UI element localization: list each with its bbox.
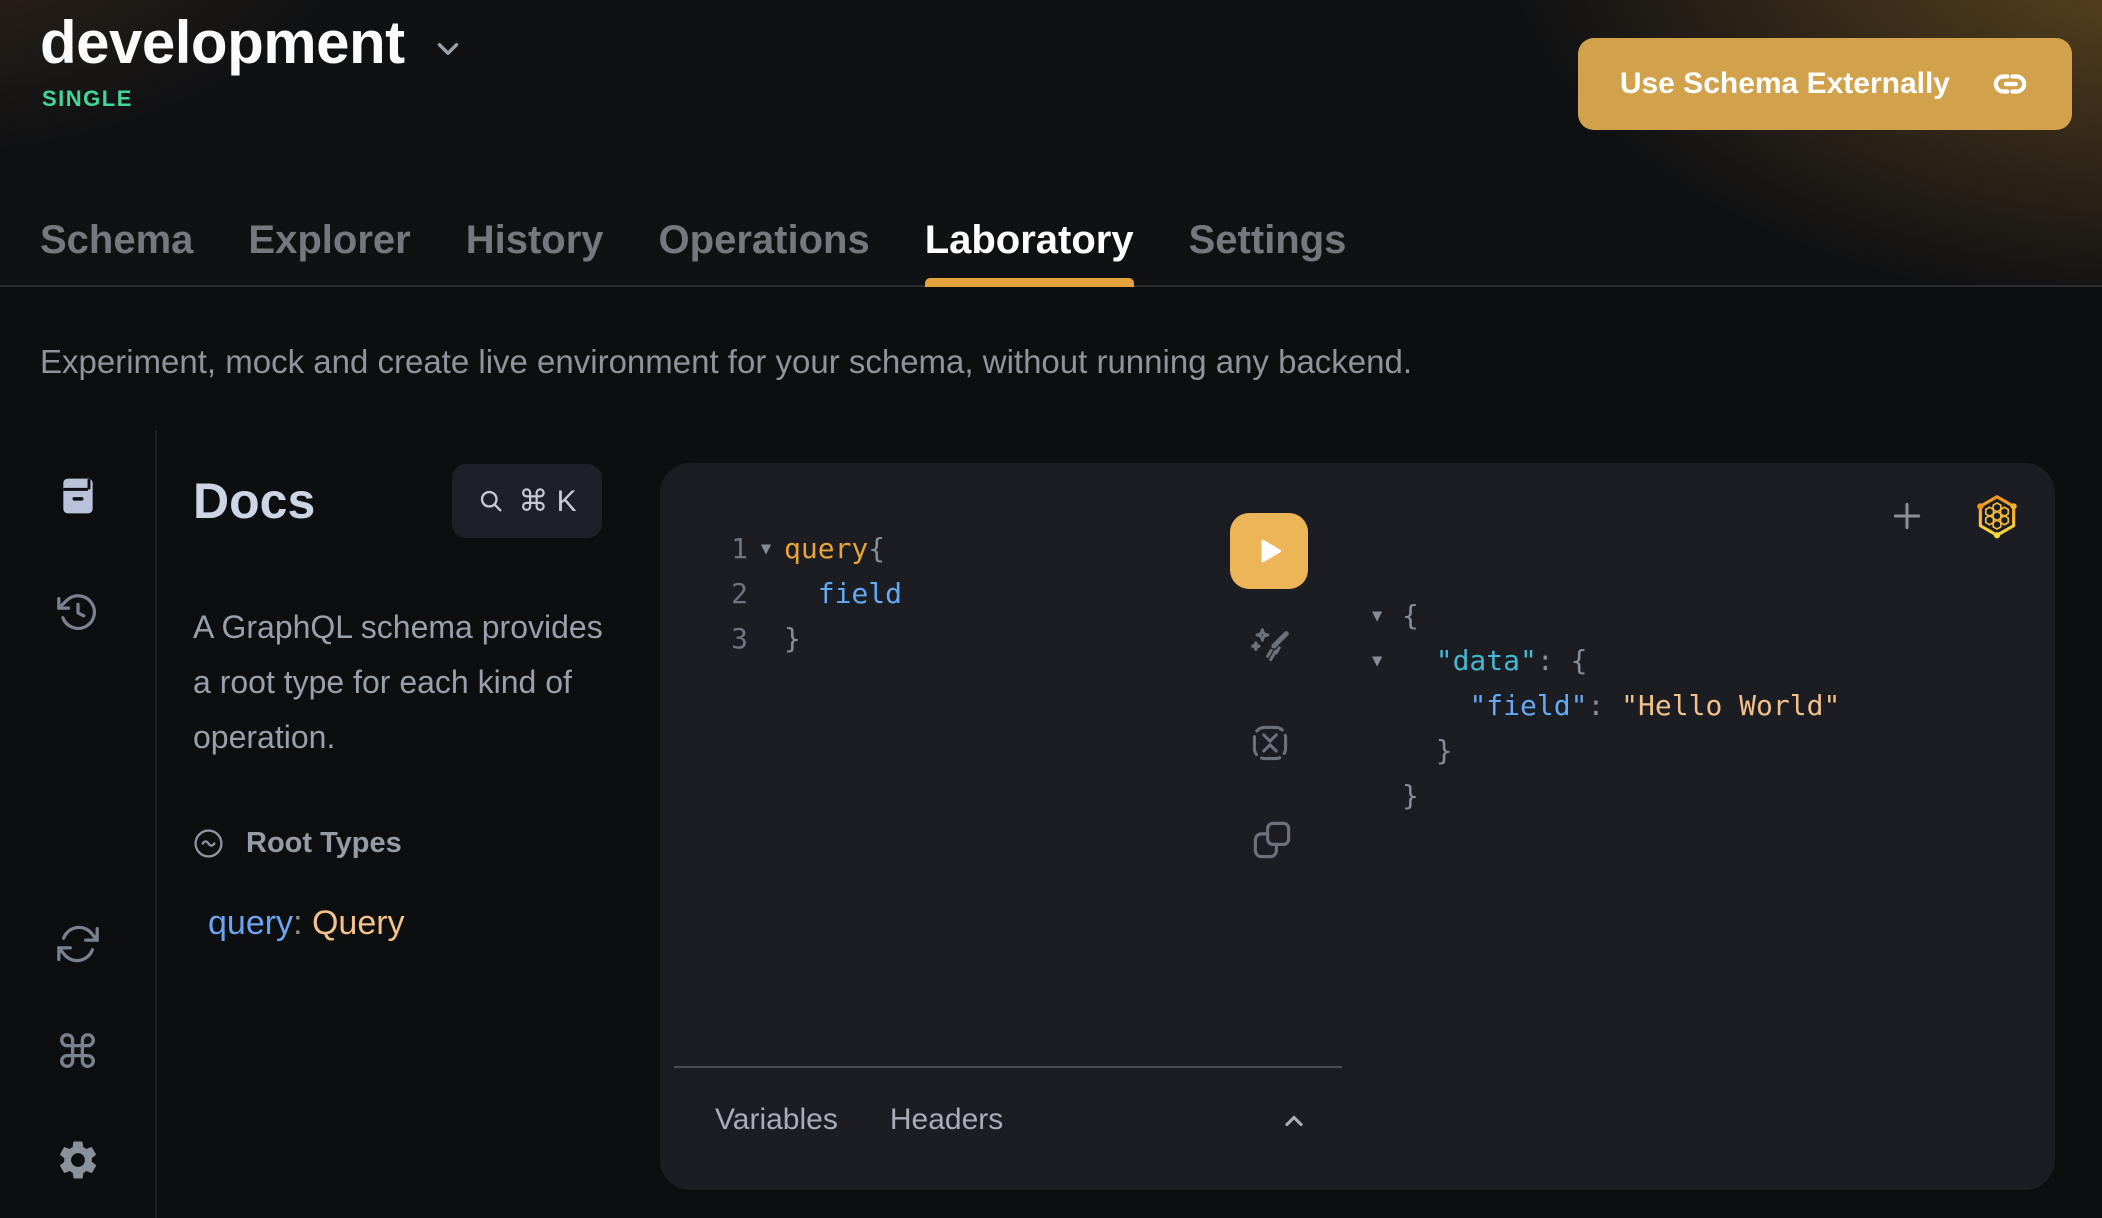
play-icon bbox=[1251, 533, 1287, 569]
search-icon bbox=[477, 487, 505, 515]
docs-panel-title: Docs bbox=[193, 472, 315, 530]
editor-footer-divider bbox=[674, 1066, 1342, 1068]
chevron-down-icon[interactable] bbox=[431, 32, 465, 66]
search-shortcut-label: ⌘ K bbox=[518, 484, 576, 519]
hive-logo-icon[interactable] bbox=[1972, 491, 2022, 541]
use-schema-externally-button[interactable]: Use Schema Externally bbox=[1578, 38, 2072, 130]
tab-variables[interactable]: Variables bbox=[715, 1103, 838, 1137]
history-button[interactable] bbox=[54, 588, 102, 636]
editor-line: 1 ▼ query{ bbox=[700, 526, 902, 571]
keyboard-shortcuts-button[interactable]: ⌘ bbox=[54, 1028, 102, 1076]
page-subtitle: Experiment, mock and create live environ… bbox=[40, 343, 1412, 381]
json-string-value: "Hello World" bbox=[1621, 689, 1840, 722]
response-line: ▼ "data": { bbox=[1360, 638, 1840, 683]
merge-fragments-button[interactable] bbox=[1246, 719, 1294, 767]
editor-line: 2 field bbox=[700, 571, 902, 616]
response-line: } bbox=[1360, 728, 1840, 773]
tab-history[interactable]: History bbox=[466, 218, 604, 287]
root-types-section: Root Types bbox=[193, 827, 602, 860]
code-brace: { bbox=[868, 532, 885, 565]
docs-button[interactable] bbox=[54, 472, 102, 520]
root-type-field-name: query bbox=[208, 904, 293, 942]
response-line: ▼ { bbox=[1360, 593, 1840, 638]
tab-headers[interactable]: Headers bbox=[890, 1103, 1003, 1137]
docs-panel: Docs ⌘ K A GraphQL schema provides a roo… bbox=[157, 430, 660, 1218]
merge-icon bbox=[1248, 721, 1292, 765]
page-title: development bbox=[40, 8, 405, 77]
code-field: field bbox=[784, 577, 902, 610]
laboratory-page: development SINGLE Use Schema Externally… bbox=[0, 0, 2102, 1218]
prettify-query-button[interactable] bbox=[1246, 624, 1294, 672]
fold-arrow-icon[interactable]: ▼ bbox=[748, 539, 784, 559]
page-header: development SINGLE Use Schema Externally… bbox=[0, 0, 2102, 287]
tab-settings[interactable]: Settings bbox=[1189, 218, 1347, 287]
tab-operations[interactable]: Operations bbox=[659, 218, 870, 287]
response-line: } bbox=[1360, 773, 1840, 818]
collapse-footer-button[interactable] bbox=[1266, 1101, 1322, 1141]
add-tab-button[interactable] bbox=[1886, 495, 1928, 537]
json-key-data: "data" bbox=[1436, 644, 1537, 677]
laboratory-main: ⌘ Docs ⌘ K bbox=[0, 430, 2102, 1218]
fold-arrow-icon[interactable]: ▼ bbox=[1360, 651, 1402, 671]
graphiql-editor-card: 1 ▼ query{ 2 field 3 } bbox=[660, 463, 2055, 1190]
code-brace: } bbox=[784, 622, 801, 655]
plus-icon bbox=[1887, 496, 1927, 536]
docs-icon bbox=[56, 474, 100, 518]
json-key-field: "field" bbox=[1469, 689, 1587, 722]
tab-explorer[interactable]: Explorer bbox=[248, 218, 410, 287]
history-icon bbox=[55, 589, 101, 635]
settings-button[interactable] bbox=[54, 1136, 102, 1184]
root-types-label: Root Types bbox=[246, 827, 402, 860]
line-number: 1 bbox=[700, 532, 748, 565]
status-badge: SINGLE bbox=[42, 86, 133, 112]
copy-query-button[interactable] bbox=[1248, 816, 1296, 864]
gear-icon bbox=[55, 1137, 101, 1183]
line-number: 3 bbox=[700, 622, 748, 655]
graphiql-sidebar: ⌘ bbox=[0, 430, 157, 1218]
main-nav-tabs: Schema Explorer History Operations Labor… bbox=[40, 218, 1346, 287]
response-line: "field": "Hello World" bbox=[1360, 683, 1840, 728]
root-type-type-name[interactable]: Query bbox=[312, 904, 405, 942]
link-icon bbox=[1990, 64, 2030, 104]
docs-search-button[interactable]: ⌘ K bbox=[452, 464, 602, 538]
line-number: 2 bbox=[700, 577, 748, 610]
prettify-icon bbox=[1247, 625, 1293, 671]
root-type-query-link[interactable]: query: Query bbox=[193, 904, 602, 943]
chevron-up-icon bbox=[1277, 1104, 1311, 1138]
editor-footer-tabs: Variables Headers bbox=[715, 1103, 1003, 1137]
query-editor[interactable]: 1 ▼ query{ 2 field 3 } bbox=[700, 526, 902, 661]
project-switcher[interactable]: development bbox=[40, 8, 465, 77]
reload-icon bbox=[55, 921, 101, 967]
root-types-icon bbox=[193, 828, 224, 859]
sidebar-bottom-group: ⌘ bbox=[54, 920, 102, 1184]
execute-query-button[interactable] bbox=[1230, 513, 1308, 589]
fold-arrow-icon[interactable]: ▼ bbox=[1360, 606, 1402, 626]
refetch-schema-button[interactable] bbox=[54, 920, 102, 968]
copy-icon bbox=[1251, 819, 1293, 861]
response-viewer: ▼ { ▼ "data": { "field": "Hello World" } bbox=[1360, 593, 1840, 818]
tab-laboratory[interactable]: Laboratory bbox=[925, 218, 1134, 287]
editor-line: 3 } bbox=[700, 616, 902, 661]
tab-schema[interactable]: Schema bbox=[40, 218, 193, 287]
use-schema-button-label: Use Schema Externally bbox=[1620, 67, 1950, 101]
command-icon: ⌘ bbox=[55, 1029, 101, 1075]
schema-description: A GraphQL schema provides a root type fo… bbox=[193, 600, 617, 765]
sidebar-top-group bbox=[54, 472, 102, 636]
code-keyword: query bbox=[784, 532, 868, 565]
